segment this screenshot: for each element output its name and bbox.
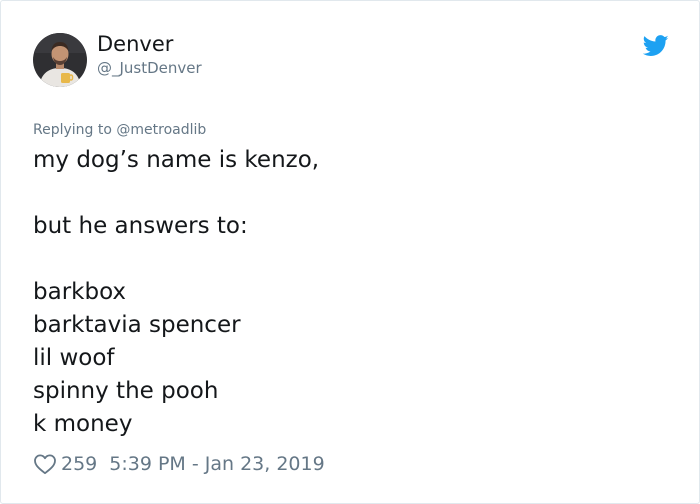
twitter-bird-glyph [642, 35, 669, 56]
tweet-timestamp[interactable]: 5:39 PM - Jan 23, 2019 [109, 453, 324, 475]
like-count[interactable]: 259 [61, 453, 97, 475]
reply-context: Replying to @metroadlib [33, 122, 206, 138]
heart-icon[interactable] [33, 453, 57, 475]
tweet-line: my dog’s name is kenzo, [33, 147, 320, 173]
tweet-line: lil woof [33, 345, 115, 371]
tweet-line: but he answers to: [33, 213, 248, 239]
avatar-image [33, 33, 87, 87]
reply-to-link[interactable]: @metroadlib [116, 122, 206, 138]
avatar[interactable] [33, 33, 87, 87]
tweet-line: barktavia spencer [33, 312, 241, 338]
reply-prefix: Replying to [33, 122, 112, 138]
user-handle[interactable]: @_JustDenver [97, 59, 202, 77]
tweet-text: my dog’s name is kenzo, but he answers t… [33, 144, 673, 441]
tweet-card: Denver @_JustDenver Replying to @metroad… [0, 0, 700, 504]
tweet-line: k money [33, 411, 133, 437]
tweet-footer: 259 5:39 PM - Jan 23, 2019 [33, 451, 325, 477]
tweet-line: spinny the pooh [33, 378, 219, 404]
heart-glyph [34, 454, 56, 475]
twitter-bird-icon[interactable] [642, 35, 669, 57]
display-name[interactable]: Denver [97, 32, 173, 56]
tweet-line: barkbox [33, 279, 127, 305]
